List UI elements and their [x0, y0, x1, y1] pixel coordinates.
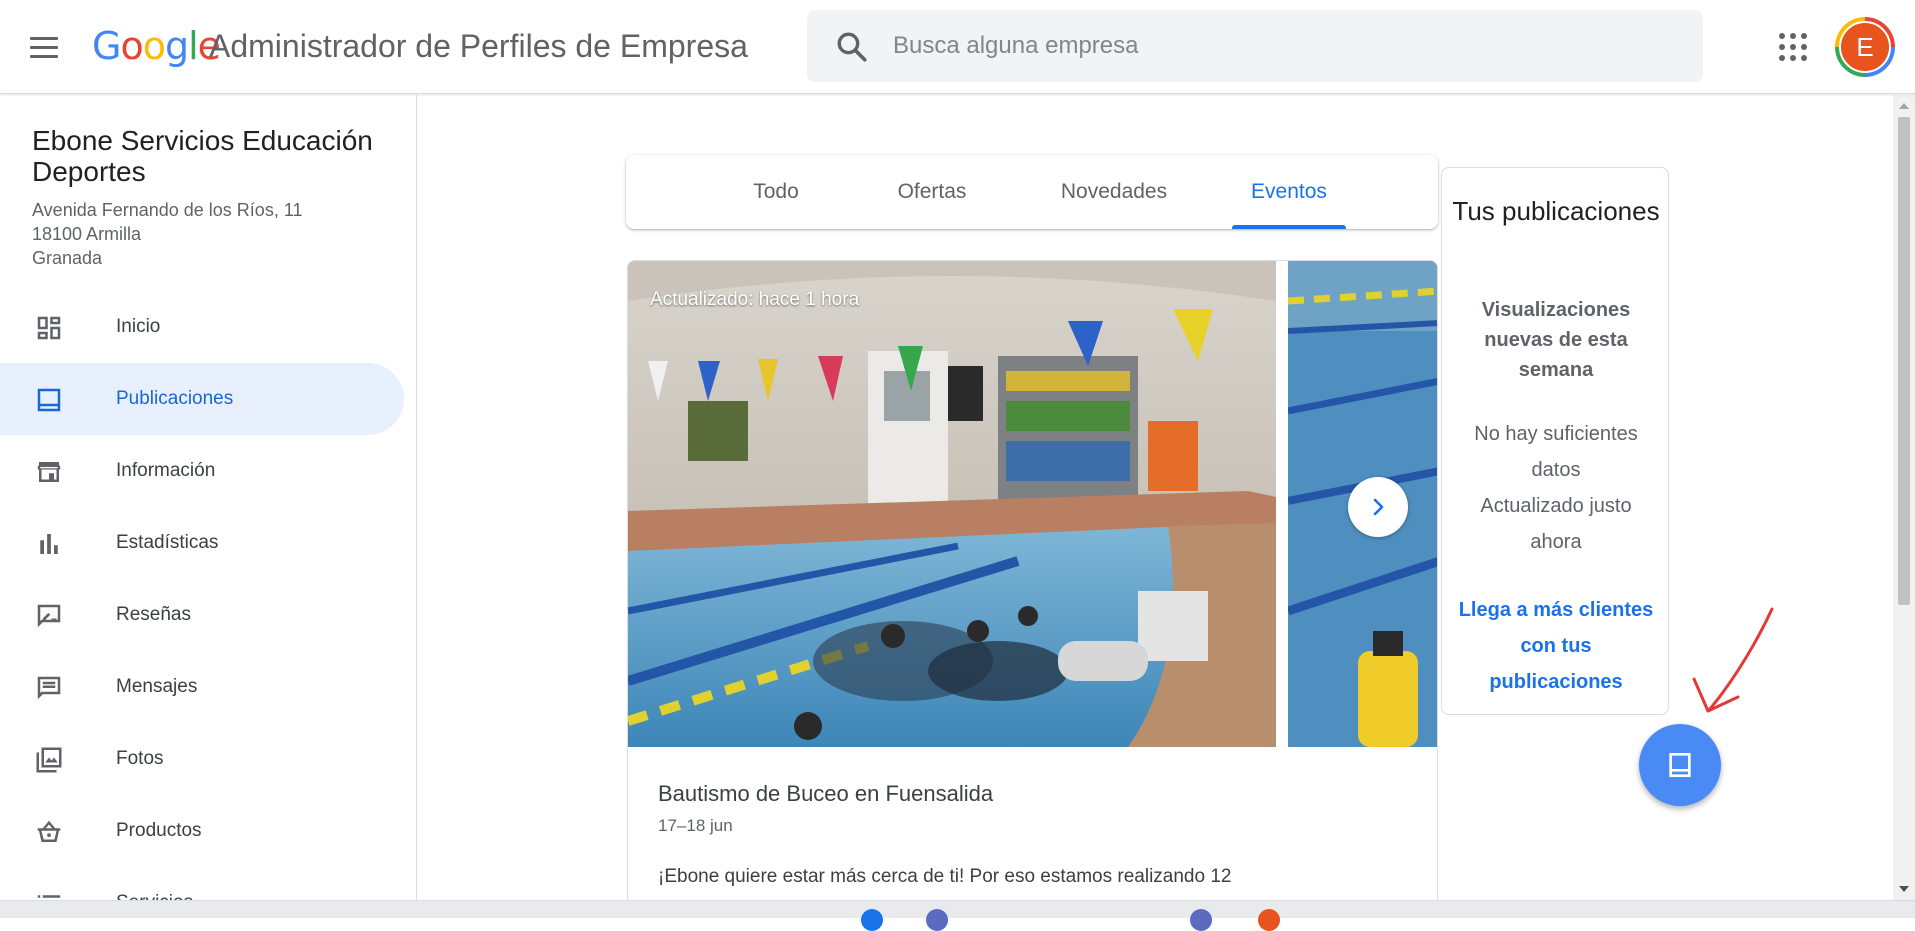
- sidebar-nav: Inicio Publicaciones Información Estadís…: [0, 291, 416, 918]
- rate-review-icon: [37, 604, 61, 628]
- sidebar: Ebone Servicios Educación Deportes Aveni…: [0, 95, 417, 918]
- basket-icon: [37, 820, 61, 842]
- sidebar-item-estadisticas[interactable]: Estadísticas: [0, 507, 404, 579]
- dashboard-icon: [37, 316, 61, 340]
- account-avatar-ring[interactable]: E: [1835, 17, 1895, 77]
- post-photo[interactable]: [628, 261, 1276, 747]
- create-post-button[interactable]: [1639, 724, 1721, 806]
- google-logo: Google: [92, 24, 221, 68]
- os-taskbar: [0, 900, 1915, 931]
- taskbar-app-icon[interactable]: [861, 909, 883, 931]
- app-title: Administrador de Perfiles de Empresa: [209, 28, 748, 64]
- tab-ofertas[interactable]: Ofertas: [864, 155, 1000, 229]
- sidebar-item-mensajes[interactable]: Mensajes: [0, 651, 404, 723]
- stats-subtitle: Visualizaciones nuevas de esta semana: [1481, 299, 1631, 381]
- taskbar-app-icon[interactable]: [1258, 909, 1280, 931]
- store-icon: [37, 462, 61, 482]
- business-address: Avenida Fernando de los Ríos, 11 18100 A…: [32, 200, 303, 268]
- sidebar-item-informacion[interactable]: Información: [0, 435, 404, 507]
- taskbar-app-icon[interactable]: [1190, 909, 1212, 931]
- sidebar-item-fotos[interactable]: Fotos: [0, 723, 404, 795]
- tab-eventos[interactable]: Eventos: [1232, 155, 1346, 229]
- post-card: Actualizado: hace 1 hora Bautismo de Buc…: [627, 260, 1438, 900]
- photos-icon: [36, 747, 62, 773]
- search-input[interactable]: [893, 24, 1673, 68]
- scrollbar-thumb[interactable]: [1898, 117, 1910, 605]
- post-title: Bautismo de Buceo en Fuensalida: [658, 781, 994, 806]
- main-content: Todo Ofertas Novedades Eventos Actualiza…: [418, 95, 1893, 900]
- tab-novedades[interactable]: Novedades: [1026, 155, 1202, 229]
- post-body: ¡Ebone quiere estar más cerca de ti! Por…: [658, 866, 1232, 887]
- annotation-arrow-icon: [1692, 607, 1774, 713]
- post-type-tabs: Todo Ofertas Novedades Eventos: [626, 155, 1438, 229]
- page-scrollbar[interactable]: [1893, 95, 1915, 900]
- reach-more-customers-link[interactable]: Llega a más clientes con tus publicacion…: [1454, 592, 1658, 700]
- bar-chart-icon: [40, 534, 58, 554]
- search-icon[interactable]: [835, 30, 869, 64]
- stats-title: Tus publicaciones: [1452, 196, 1660, 226]
- search-bar[interactable]: [807, 10, 1703, 82]
- avatar[interactable]: E: [1839, 21, 1891, 73]
- sidebar-item-inicio[interactable]: Inicio: [0, 291, 404, 363]
- chevron-right-icon: [1373, 498, 1384, 516]
- post-date: 17–18 jun: [658, 816, 733, 835]
- hamburger-menu-icon[interactable]: [30, 30, 70, 64]
- message-icon: [37, 676, 61, 700]
- taskbar-app-icon[interactable]: [926, 909, 948, 931]
- business-name: Ebone Servicios Educación Deportes: [32, 125, 373, 187]
- posts-icon: [37, 388, 61, 412]
- posts-stats-card: Tus publicaciones Visualizaciones nuevas…: [1441, 167, 1669, 715]
- scroll-down-icon[interactable]: [1899, 886, 1909, 892]
- scroll-up-icon[interactable]: [1899, 103, 1909, 109]
- tab-todo[interactable]: Todo: [714, 155, 838, 229]
- next-photo-button[interactable]: [1348, 477, 1408, 537]
- sidebar-item-productos[interactable]: Productos: [0, 795, 404, 867]
- google-apps-icon[interactable]: [1779, 33, 1807, 61]
- top-app-bar: Google Administrador de Perfiles de Empr…: [0, 0, 1915, 94]
- stats-message: No hay suficientes datos Actualizado jus…: [1474, 423, 1638, 553]
- post-updated-label: Actualizado: hace 1 hora: [650, 289, 860, 310]
- sidebar-item-resenas[interactable]: Reseñas: [0, 579, 404, 651]
- post-add-icon: [1669, 753, 1691, 777]
- sidebar-item-publicaciones[interactable]: Publicaciones: [0, 363, 404, 435]
